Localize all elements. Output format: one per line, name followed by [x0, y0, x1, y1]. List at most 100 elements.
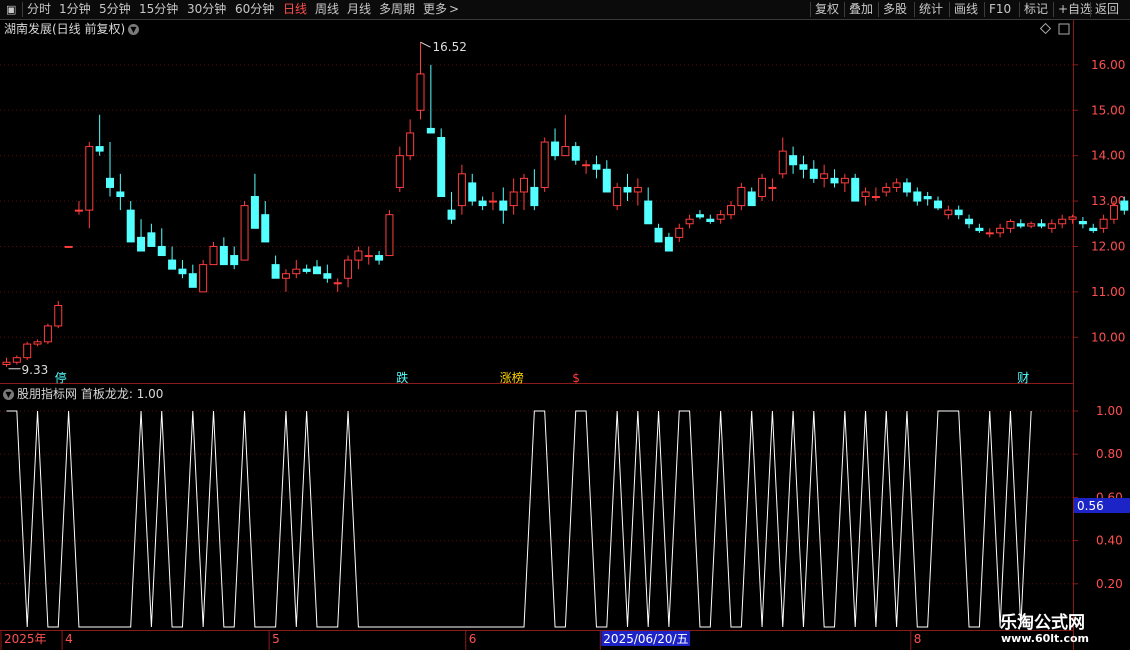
candle-body	[1037, 223, 1046, 227]
indicator-line	[6, 410, 1032, 628]
candle-body	[1089, 227, 1098, 232]
candle-body	[820, 173, 829, 179]
window-toggle-icon[interactable]	[1058, 23, 1070, 35]
candle-body	[571, 146, 580, 161]
candle-body	[675, 227, 684, 238]
candle-body	[354, 250, 363, 261]
candle-body	[271, 264, 280, 279]
candle-body	[706, 218, 715, 222]
price-tick-label: 16.00	[1091, 58, 1125, 72]
candle-body	[240, 205, 249, 261]
candle-body	[1078, 220, 1087, 225]
candle-body	[582, 164, 591, 167]
candle-body	[250, 196, 259, 229]
candle-body	[809, 168, 818, 179]
candle-body	[261, 214, 270, 243]
candle-body	[375, 255, 384, 261]
time-axis-label-2: 5	[272, 632, 280, 646]
candle-body	[199, 264, 208, 293]
candle-body	[996, 227, 1005, 234]
price-tick-label: 14.00	[1091, 149, 1125, 163]
low-price-label: 9.33	[22, 363, 49, 377]
candle-body	[292, 268, 301, 275]
candle-body	[664, 236, 673, 252]
candle-body	[695, 214, 704, 218]
candle-body	[488, 200, 497, 203]
candle-body	[1058, 218, 1067, 225]
candle-body	[364, 255, 373, 258]
candle-body	[209, 245, 218, 266]
candle-body	[654, 227, 663, 243]
candle-body	[851, 177, 860, 202]
price-tick-label: 10.00	[1091, 330, 1125, 344]
candle-body	[426, 127, 435, 134]
candle-body	[23, 343, 32, 359]
candle-body	[385, 214, 394, 257]
candle-body	[416, 73, 425, 111]
candle-body	[344, 259, 353, 279]
event-marker-1: 跌	[396, 370, 408, 385]
candle-body	[685, 218, 694, 225]
event-marker-2: 涨榜	[500, 370, 524, 385]
candle-body	[499, 200, 508, 211]
candle-body	[147, 232, 156, 247]
candle-body	[934, 200, 942, 209]
candle-body	[1068, 216, 1077, 220]
candle-body	[137, 236, 146, 252]
candle-body	[716, 214, 725, 220]
candle-body	[302, 268, 311, 272]
time-axis-label-5: 8	[914, 632, 922, 646]
candle-body	[178, 268, 187, 275]
chart-area[interactable]: 16.00 15.00 14.00 13.00 12.00 11.00 10.00 1.00 0…	[0, 0, 1130, 650]
candle-body	[540, 141, 549, 188]
candle-body	[406, 132, 415, 157]
high-marker	[420, 41, 431, 48]
candle-body	[644, 200, 653, 225]
candle-body	[530, 186, 539, 207]
time-cursor-label: 2025/06/20/五	[603, 632, 688, 646]
candle-body	[509, 191, 518, 207]
candle-body	[602, 168, 611, 193]
candle-body	[333, 282, 342, 285]
candle-body	[902, 182, 911, 193]
candle-body	[437, 137, 446, 198]
candle-body	[623, 186, 632, 193]
candle-body	[830, 177, 839, 184]
candle-body	[1099, 218, 1108, 229]
event-marker-4: 财	[1017, 371, 1029, 385]
candle-body	[561, 146, 570, 157]
candle-body	[882, 186, 891, 193]
candle-body	[747, 191, 756, 207]
price-tick-label: 15.00	[1091, 103, 1125, 117]
candle-body	[727, 205, 735, 216]
candle-body	[944, 209, 953, 216]
candle-body	[923, 196, 932, 200]
candle-body	[230, 255, 239, 266]
candle-body	[43, 325, 52, 343]
candle-body	[168, 259, 177, 270]
candle-body	[12, 357, 21, 363]
candle-body	[965, 218, 974, 225]
candle-body	[954, 209, 963, 216]
candle-body	[157, 245, 166, 257]
indicator-tick-label: 0.40	[1096, 534, 1123, 548]
candle-body	[457, 173, 466, 207]
candle-body	[1047, 223, 1056, 229]
candle-body	[74, 209, 83, 212]
diamond-icon[interactable]	[1039, 22, 1052, 35]
cursor-value-label: 0.56	[1077, 499, 1104, 513]
candle-body	[85, 146, 94, 211]
candle-body	[395, 155, 404, 188]
candle-body	[737, 186, 746, 207]
candle-body	[799, 164, 808, 170]
watermark-url: www.60lt.com	[1001, 632, 1090, 645]
candle-body	[2, 361, 11, 366]
candle-body	[106, 177, 114, 188]
candle-body	[840, 177, 849, 184]
candle-body	[95, 146, 104, 152]
candle-body	[768, 186, 777, 189]
candle-body	[33, 341, 42, 345]
candle-body	[551, 141, 560, 157]
candle-body	[447, 209, 456, 220]
candle-body	[975, 227, 984, 232]
